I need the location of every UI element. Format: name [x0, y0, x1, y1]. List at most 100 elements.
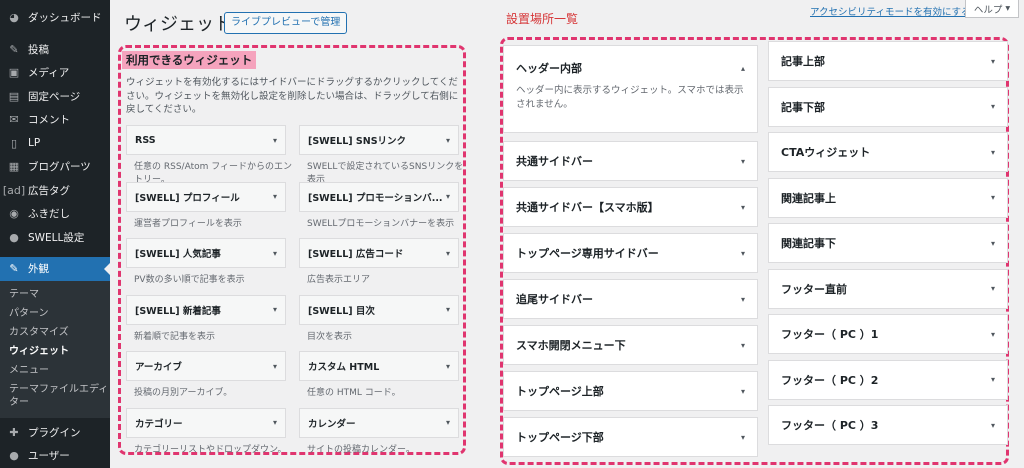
chevron-down-icon[interactable]: ▾ — [273, 136, 277, 145]
sidebar-item-label: メディア — [28, 67, 70, 80]
widget-description: カテゴリーリストやドロップダウン。 — [134, 444, 287, 455]
widget-card[interactable]: [SWELL] 目次 ▾ — [299, 294, 459, 325]
widget-area-title: フッター（ PC ）1 — [781, 328, 879, 341]
chevron-down-icon[interactable]: ▾ — [991, 284, 995, 293]
chevron-down-icon[interactable]: ▾ — [273, 249, 277, 258]
widget-area[interactable]: 共通サイドバー ▾ — [503, 141, 758, 181]
chevron-down-icon[interactable]: ▾ — [741, 341, 745, 350]
chevron-down-icon[interactable]: ▾ — [991, 421, 995, 430]
widget-card[interactable]: カスタム HTML ▾ — [299, 351, 459, 381]
widget-area[interactable]: フッター（ PC ）1 ▾ — [768, 314, 1008, 354]
widget-card[interactable]: アーカイブ ▾ — [126, 351, 286, 381]
sidebar-item-label: ダッシュボード — [28, 12, 102, 25]
sidebar-item[interactable]: ▤ 固定ページ — [0, 85, 110, 109]
sidebar-item[interactable]: ● SWELL設定 — [0, 226, 110, 250]
widget-area[interactable]: トップページ上部 ▾ — [503, 371, 758, 411]
pin-icon: ✎ — [9, 42, 19, 56]
widget-title: [SWELL] 新着記事 — [135, 305, 221, 317]
widget-description: 投稿の月別アーカイブ。 — [134, 388, 233, 398]
sidebar-item-dashboard[interactable]: ◕ ダッシュボード — [0, 6, 110, 30]
widget-title: [SWELL] 広告コード — [308, 249, 404, 260]
widget-card[interactable]: [SWELL] 人気記事 ▾ — [126, 238, 286, 268]
chevron-down-icon[interactable]: ▾ — [741, 433, 745, 442]
chevron-down-icon[interactable]: ▾ — [741, 295, 745, 304]
widget-card[interactable]: [SWELL] SNSリンク ▾ — [299, 125, 459, 155]
submenu-item[interactable]: テーマファイルエディター — [0, 380, 110, 412]
chevron-up-icon[interactable]: ▴ — [741, 64, 745, 73]
chevron-down-icon[interactable]: ▾ — [741, 387, 745, 396]
chevron-down-icon[interactable]: ▾ — [446, 136, 450, 145]
widget-area[interactable]: 共通サイドバー【スマホ版】 ▾ — [503, 187, 758, 227]
chevron-down-icon[interactable]: ▾ — [446, 192, 450, 201]
submenu-item[interactable]: ウィジェット — [0, 342, 110, 361]
accessibility-mode-link[interactable]: アクセシビリティモードを有効にする — [810, 4, 971, 18]
chevron-down-icon[interactable]: ▾ — [273, 305, 277, 314]
widget-area[interactable]: 記事下部 ▾ — [768, 86, 1008, 127]
chevron-down-icon[interactable]: ▾ — [273, 418, 277, 427]
chevron-down-icon[interactable]: ▾ — [991, 375, 995, 384]
widget-card[interactable]: カテゴリー ▾ — [126, 407, 286, 438]
chevron-down-icon[interactable]: ▾ — [991, 148, 995, 157]
sidebar-item[interactable]: ◉ ふきだし — [0, 202, 110, 226]
widget-card[interactable]: [SWELL] 新着記事 ▾ — [126, 294, 286, 325]
page-title: ウィジェット — [124, 14, 232, 35]
widget-area[interactable]: 関連記事上 ▾ — [768, 177, 1008, 218]
widget-area[interactable]: フッター（ PC ）2 ▾ — [768, 359, 1008, 400]
live-preview-button[interactable]: ライブプレビューで管理 — [224, 12, 348, 34]
widget-card[interactable]: [SWELL] プロフィール ▾ — [126, 181, 286, 212]
widget-title: [SWELL] 目次 — [308, 305, 375, 317]
submenu-item[interactable]: メニュー — [0, 361, 110, 380]
chevron-down-icon[interactable]: ▾ — [446, 418, 450, 427]
sidebar-item-appearance[interactable]: ✎ 外観 — [0, 257, 110, 281]
widget-area-title: CTAウィジェット — [781, 146, 871, 159]
widget-title: アーカイブ — [135, 362, 182, 373]
widget-area-title: 共通サイドバー【スマホ版】 — [516, 201, 659, 214]
widget-title: [SWELL] SNSリンク — [308, 136, 407, 147]
widget-area[interactable]: 関連記事下 ▾ — [768, 223, 1008, 263]
chevron-down-icon[interactable]: ▾ — [991, 193, 995, 202]
chevron-down-icon[interactable]: ▾ — [741, 249, 745, 258]
sidebar-item[interactable]: ▦ ブログパーツ — [0, 155, 110, 179]
chevron-down-icon[interactable]: ▾ — [446, 305, 450, 314]
sidebar-item[interactable]: ✎ 投稿 — [0, 38, 110, 62]
chevron-down-icon[interactable]: ▾ — [273, 362, 277, 371]
chevron-down-icon[interactable]: ▾ — [741, 203, 745, 212]
chevron-down-icon[interactable]: ▾ — [991, 102, 995, 111]
widget-area[interactable]: 記事上部 ▾ — [768, 41, 1008, 81]
sidebar-item[interactable]: ▣ メディア — [0, 61, 110, 85]
chevron-down-icon[interactable]: ▾ — [273, 192, 277, 201]
widget-description: サイトの投稿カレンダー。 — [307, 444, 415, 455]
widget-card[interactable]: [SWELL] 広告コード ▾ — [299, 238, 459, 268]
chevron-down-icon[interactable]: ▾ — [991, 239, 995, 248]
submenu-item[interactable]: パターン — [0, 304, 110, 323]
widget-area[interactable]: フッター直前 ▾ — [768, 268, 1008, 309]
sidebar-item[interactable]: [ad] 広告タグ — [0, 179, 110, 203]
chevron-down-icon[interactable]: ▾ — [991, 330, 995, 339]
help-button[interactable]: ヘルプ ▾ — [965, 0, 1019, 18]
media-icon: ▣ — [8, 66, 20, 80]
widget-area[interactable]: トップページ下部 ▾ — [503, 417, 758, 457]
sidebar-item[interactable]: ▯ LP — [0, 132, 110, 156]
chevron-down-icon[interactable]: ▾ — [991, 57, 995, 66]
widget-area[interactable]: 追尾サイドバー ▾ — [503, 279, 758, 319]
widget-card[interactable]: [SWELL] プロモーションバ... ▾ — [299, 181, 459, 212]
submenu-item[interactable]: テーマ — [0, 285, 110, 304]
widget-card[interactable]: カレンダー ▾ — [299, 407, 459, 438]
sidebar-item[interactable]: ✚ プラグイン — [0, 421, 110, 445]
chevron-down-icon[interactable]: ▾ — [446, 249, 450, 258]
chevron-down-icon[interactable]: ▾ — [446, 362, 450, 371]
sidebar-item-label: コメント — [28, 114, 70, 127]
sidebar-item[interactable]: ✉ コメント — [0, 108, 110, 132]
widget-area[interactable]: トップページ専用サイドバー ▾ — [503, 233, 758, 273]
sidebar-item[interactable]: ● ユーザー — [0, 444, 110, 468]
widget-area[interactable]: フッター（ PC ）3 ▾ — [768, 405, 1008, 445]
sidebar-item-label: プラグイン — [28, 426, 81, 439]
widget-card[interactable]: RSS ▾ — [126, 125, 286, 155]
widget-area[interactable]: ヘッダー内部 ▴ ヘッダー内に表示するウィジェット。スマホでは表示されません。 — [503, 45, 758, 133]
widget-area[interactable]: スマホ開閉メニュー下 ▾ — [503, 325, 758, 365]
submenu-item[interactable]: カスタマイズ — [0, 323, 110, 342]
widget-area[interactable]: CTAウィジェット ▾ — [768, 132, 1008, 172]
chevron-down-icon[interactable]: ▾ — [741, 157, 745, 166]
sidebar-item-label: 投稿 — [28, 43, 49, 56]
widget-title: [SWELL] プロフィール — [135, 192, 240, 204]
